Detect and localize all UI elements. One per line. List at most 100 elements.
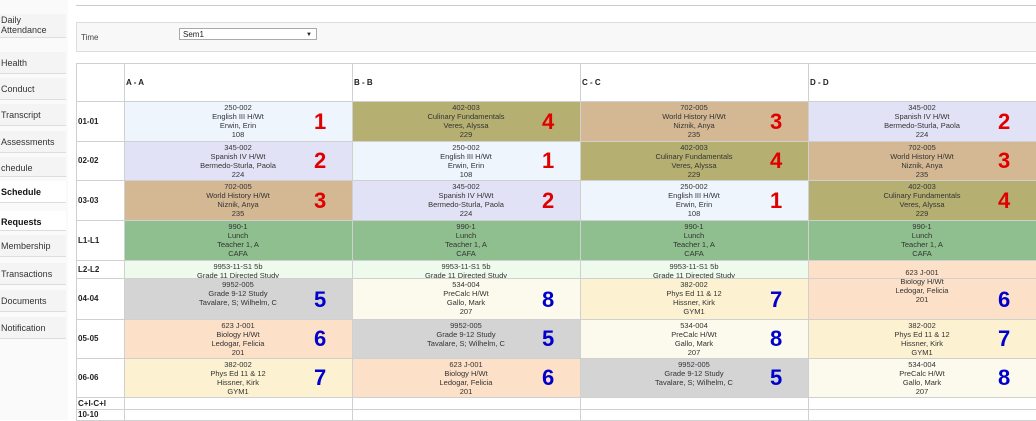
class-cell-line: 990-1 — [456, 222, 476, 231]
column-header: D - D — [810, 77, 829, 87]
block-number: 6 — [998, 287, 1011, 312]
period-label: 01-01 — [78, 116, 99, 126]
block-number: 4 — [542, 109, 555, 134]
class-cell-line: 990-1 — [684, 222, 704, 231]
sidebar-item-label: Transactions — [1, 269, 53, 279]
class-cell[interactable]: 990-1 Lunch Teacher 1, A CAFA — [352, 220, 580, 260]
sidebar-item-schedule[interactable]: Schedule — [0, 181, 66, 203]
class-cell-line: 9953-11-S1 5b — [669, 262, 719, 271]
block-number: 4 — [998, 188, 1011, 213]
period-label: L1-L1 — [78, 235, 100, 245]
block-number: 1 — [542, 148, 555, 173]
grid-line — [76, 180, 1036, 181]
period-label: L2-L2 — [78, 264, 100, 274]
class-cell[interactable]: 9953-11-S1 5b Grade 11 Directed Study — [580, 260, 808, 280]
grid-line — [76, 278, 1036, 279]
grid-line — [76, 220, 1036, 221]
block-number: 4 — [770, 148, 783, 173]
sidebar-item-requests[interactable]: Requests — [0, 211, 66, 231]
sidebar-item-documents[interactable]: Documents — [0, 290, 66, 312]
block-number: 3 — [998, 148, 1011, 173]
main-content: Time Sem1 ▼ A - A B - B C - C D - D 01-01 02-… — [68, 0, 1036, 421]
grid-line — [808, 63, 809, 420]
block-number: 6 — [314, 326, 327, 351]
chevron-down-icon: ▼ — [306, 32, 312, 38]
grid-line — [76, 101, 1036, 102]
class-cell-line: Lunch — [455, 231, 477, 240]
sidebar-item-label: Health — [1, 58, 28, 68]
time-select-value: Sem1 — [183, 30, 204, 39]
sidebar-item-daily-attendance[interactable]: Daily Attendance — [0, 14, 66, 38]
block-number: 8 — [770, 326, 783, 351]
class-cell[interactable]: 9953-11-S1 5b Grade 11 Directed Study — [352, 260, 580, 280]
sidebar-item-health[interactable]: Health — [0, 52, 66, 74]
class-cell-line: 990-1 — [228, 222, 248, 231]
block-number: 2 — [542, 188, 555, 213]
grid-line — [76, 358, 1036, 359]
block-number: 5 — [770, 365, 783, 390]
block-number: 7 — [314, 365, 327, 390]
class-cell-line: 9953-11-S1 5b — [441, 262, 491, 271]
class-cell-line: 9953-11-S1 5b — [213, 262, 263, 271]
class-cell-line: 990-1 — [912, 222, 932, 231]
block-number: 2 — [998, 109, 1011, 134]
class-cell-line: Teacher 1, A — [901, 240, 943, 249]
time-label: Time — [81, 33, 99, 42]
sidebar-item-chedule[interactable]: chedule — [0, 157, 66, 177]
period-label: 06-06 — [78, 373, 99, 382]
block-number: 2 — [314, 148, 327, 173]
sidebar-item-assessments[interactable]: Assessments — [0, 131, 66, 153]
sidebar-item-label: Daily Attendance — [1, 15, 47, 35]
sidebar-item-conduct[interactable]: Conduct — [0, 78, 66, 100]
grid-line — [76, 319, 1036, 320]
block-number: 5 — [542, 326, 555, 351]
grid-line — [76, 409, 1036, 410]
block-number: 7 — [998, 326, 1011, 351]
sidebar-item-label: Assessments — [1, 137, 55, 147]
class-cell-line: Lunch — [911, 231, 933, 240]
sidebar-item-transactions[interactable]: Transactions — [0, 263, 66, 285]
class-cell[interactable]: 990-1 Lunch Teacher 1, A CAFA — [808, 220, 1036, 260]
block-number: 8 — [998, 365, 1011, 390]
class-cell[interactable]: 990-1 Lunch Teacher 1, A CAFA — [124, 220, 352, 260]
sidebar-item-label: Notification — [1, 323, 46, 333]
sidebar-item-label: chedule — [1, 163, 33, 173]
period-label: 04-04 — [78, 294, 99, 303]
time-filter-bar: Time Sem1 ▼ — [76, 22, 1036, 52]
period-label: C+I-C+I — [78, 398, 107, 408]
grid-line — [76, 141, 1036, 142]
sidebar-item-notification[interactable]: Notification — [0, 317, 66, 339]
block-number: 1 — [770, 188, 783, 213]
block-number: 7 — [770, 287, 783, 312]
class-cell[interactable]: 990-1 Lunch Teacher 1, A CAFA — [580, 220, 808, 260]
grid-line — [76, 260, 1036, 261]
sidebar: Daily Attendance Health Conduct Transcript A… — [0, 0, 68, 420]
sidebar-item-transcript[interactable]: Transcript — [0, 104, 66, 126]
column-header: C - C — [582, 77, 601, 87]
schedule-matrix: A - A B - B C - C D - D 01-01 02-02 03-03 L1-L1… — [76, 63, 1036, 421]
class-cell[interactable]: 9953-11-S1 5b Grade 11 Directed Study — [124, 260, 352, 280]
class-cell-line: 623 J-001 — [905, 268, 939, 277]
time-select[interactable]: Sem1 ▼ — [179, 28, 317, 40]
grid-line — [580, 63, 581, 420]
block-number: 6 — [542, 365, 555, 390]
period-label: 02-02 — [78, 156, 99, 165]
class-cell-line: CAFA — [912, 249, 932, 258]
block-number: 3 — [314, 188, 327, 213]
sidebar-item-label: Requests — [1, 217, 42, 227]
sidebar-item-membership[interactable]: Membership — [0, 235, 66, 257]
class-cell-line: Teacher 1, A — [217, 240, 259, 249]
period-label: 03-03 — [78, 195, 99, 205]
block-number: 5 — [314, 287, 327, 312]
block-number: 3 — [770, 109, 783, 134]
top-divider — [76, 5, 1036, 6]
column-header: B - B — [354, 77, 373, 87]
block-number: 8 — [542, 287, 555, 312]
period-label: 10-10 — [78, 410, 99, 419]
block-number: 1 — [314, 109, 327, 134]
grid-line — [76, 397, 1036, 398]
class-cell-line: CAFA — [456, 249, 476, 258]
sidebar-item-label: Documents — [1, 296, 47, 306]
class-cell-line: Teacher 1, A — [673, 240, 715, 249]
sidebar-item-label: Conduct — [1, 84, 35, 94]
